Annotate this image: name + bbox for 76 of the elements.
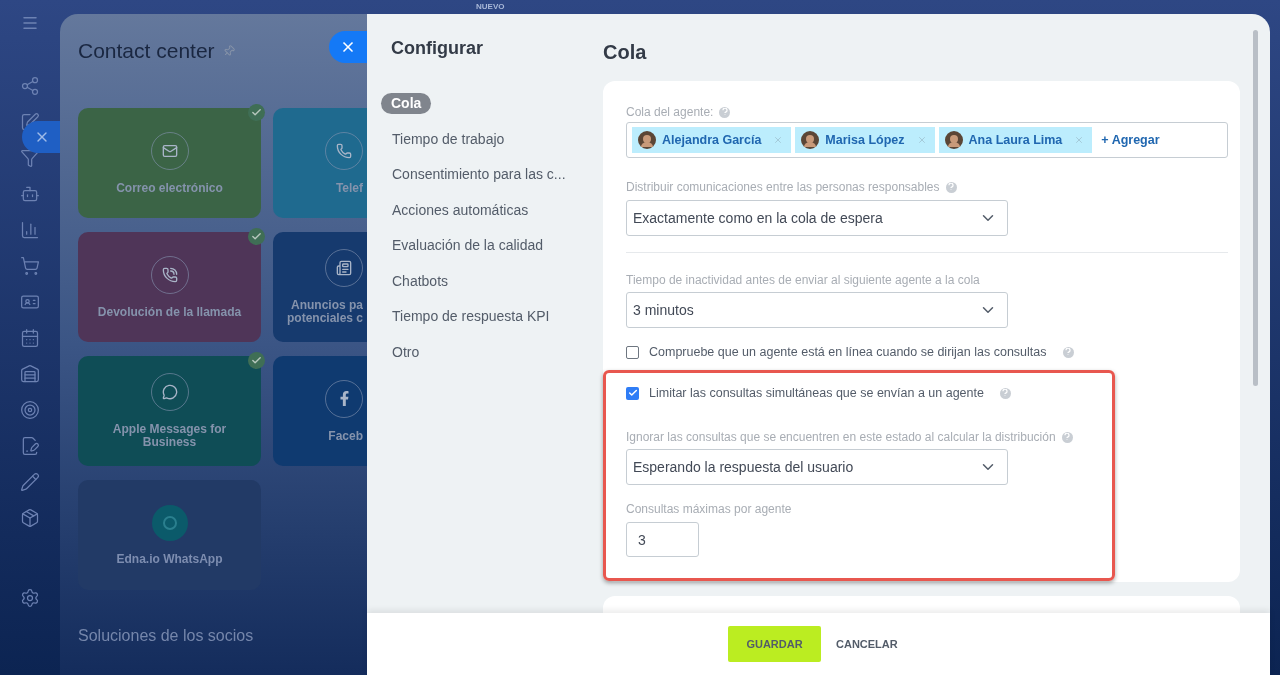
close-button[interactable] [22, 121, 62, 153]
tile-label: Edna.io WhatsApp [116, 552, 223, 566]
settings-icon[interactable] [20, 588, 40, 608]
tile-label: Business [142, 436, 197, 449]
channel-tile[interactable]: Faceb [273, 356, 367, 466]
close-icon [340, 39, 356, 55]
panel-title: Configurar [390, 37, 484, 60]
nav-item[interactable]: Cola [381, 93, 432, 115]
scrollbar[interactable] [1252, 30, 1258, 386]
nav-item[interactable]: Evaluación de la calidad [381, 235, 554, 257]
new-label: NUEVO [476, 1, 505, 13]
tile-label: Faceb [328, 429, 363, 443]
document-icon[interactable] [20, 436, 40, 456]
tile-label: potenciales c [286, 312, 363, 325]
nav-item[interactable]: Tiempo de respuesta KPI [381, 306, 561, 328]
logo-icon [151, 504, 188, 541]
field-label: Cola del agente: [626, 104, 714, 121]
page-title: Contact center [78, 38, 215, 65]
robot-icon[interactable] [20, 184, 40, 204]
field-label: Ignorar las consultas que se encuentren en este estado al calcular la distribución [626, 429, 1056, 446]
menu-icon[interactable] [21, 14, 39, 32]
calendar-icon[interactable] [20, 328, 40, 348]
avatar-icon [944, 131, 963, 149]
remove-icon[interactable] [1074, 135, 1085, 145]
add-link[interactable]: + Agregar [1101, 130, 1160, 150]
tile-label: Apple Messages for [112, 423, 227, 436]
agent-tag[interactable]: Ana Laura Lima [938, 127, 1093, 153]
number-input[interactable]: 3 [626, 522, 699, 557]
warehouse-icon[interactable] [20, 364, 40, 384]
agent-tag[interactable]: Marisa López [795, 127, 935, 153]
checkbox[interactable] [626, 386, 639, 400]
dropdown-field[interactable]: Exactamente como en la cola de espera [626, 200, 1008, 236]
field-label: Consultas máximas por agente [626, 501, 792, 518]
tile-label: Devolución de la llamada [97, 305, 242, 319]
agent-tag[interactable]: Alejandra García [632, 127, 792, 153]
help-icon[interactable] [945, 181, 957, 193]
help-icon[interactable] [999, 387, 1011, 399]
close-button[interactable] [329, 31, 367, 63]
help-icon[interactable] [719, 106, 731, 118]
cart-icon[interactable] [20, 256, 40, 276]
checkbox[interactable] [626, 345, 639, 359]
section-heading: Soluciones de los socios [78, 627, 254, 644]
package-icon[interactable] [20, 508, 40, 528]
agent-field[interactable]: Alejandra García Marisa López Ana Laura Lima + Agregar [626, 122, 1228, 158]
avatar-icon [801, 131, 820, 149]
checkbox-label: Compruebe que un agente está en línea cuando se dirijan las consultas [649, 343, 1047, 361]
avatar-icon [638, 131, 656, 149]
nav-item[interactable]: Acciones automáticas [381, 199, 540, 221]
field-label: Distribuir comunicaciones entre las personas responsables [626, 179, 940, 196]
dropdown-value: Esperando la respuesta del usuario [633, 457, 854, 477]
channel-tile[interactable]: Edna.io WhatsApp [78, 480, 261, 590]
help-icon[interactable] [1061, 431, 1073, 443]
tile-label: Anuncios pa [291, 299, 363, 312]
save-button[interactable]: GUARDAR [728, 626, 821, 662]
dropdown-value: Exactamente como en la cola de espera [633, 208, 883, 228]
section-title: Cola [603, 40, 648, 61]
remove-icon[interactable] [773, 135, 784, 145]
checkbox-label: Limitar las consultas simultáneas que se envían a un agente [649, 384, 984, 402]
share-icon[interactable] [20, 76, 40, 96]
bar-chart-icon[interactable] [20, 220, 40, 240]
channel-tile[interactable]: Anuncios pa potenciales c [273, 232, 367, 342]
pencil-icon[interactable] [20, 472, 40, 492]
dropdown-value: 3 minutos [633, 300, 694, 320]
help-icon[interactable] [1062, 346, 1074, 358]
dropdown-field[interactable]: 3 minutos [626, 292, 1008, 328]
remove-icon[interactable] [916, 135, 927, 145]
nav-item[interactable]: Tiempo de trabajo [381, 128, 516, 150]
cancel-button[interactable]: CANCELAR [836, 626, 898, 662]
nav-item[interactable]: Otro [381, 341, 431, 363]
nav-item[interactable]: Consentimiento para las c... [381, 164, 577, 186]
target-icon[interactable] [20, 400, 40, 420]
field-label: Tiempo de inactividad antes de enviar al siguiente agente a la cola [626, 272, 980, 289]
nav-item[interactable]: Chatbots [381, 270, 460, 292]
dropdown-field[interactable]: Esperando la respuesta del usuario [626, 449, 1008, 485]
tile-label: Correo electrónico [116, 181, 223, 195]
tile-label: Telef [335, 181, 363, 195]
